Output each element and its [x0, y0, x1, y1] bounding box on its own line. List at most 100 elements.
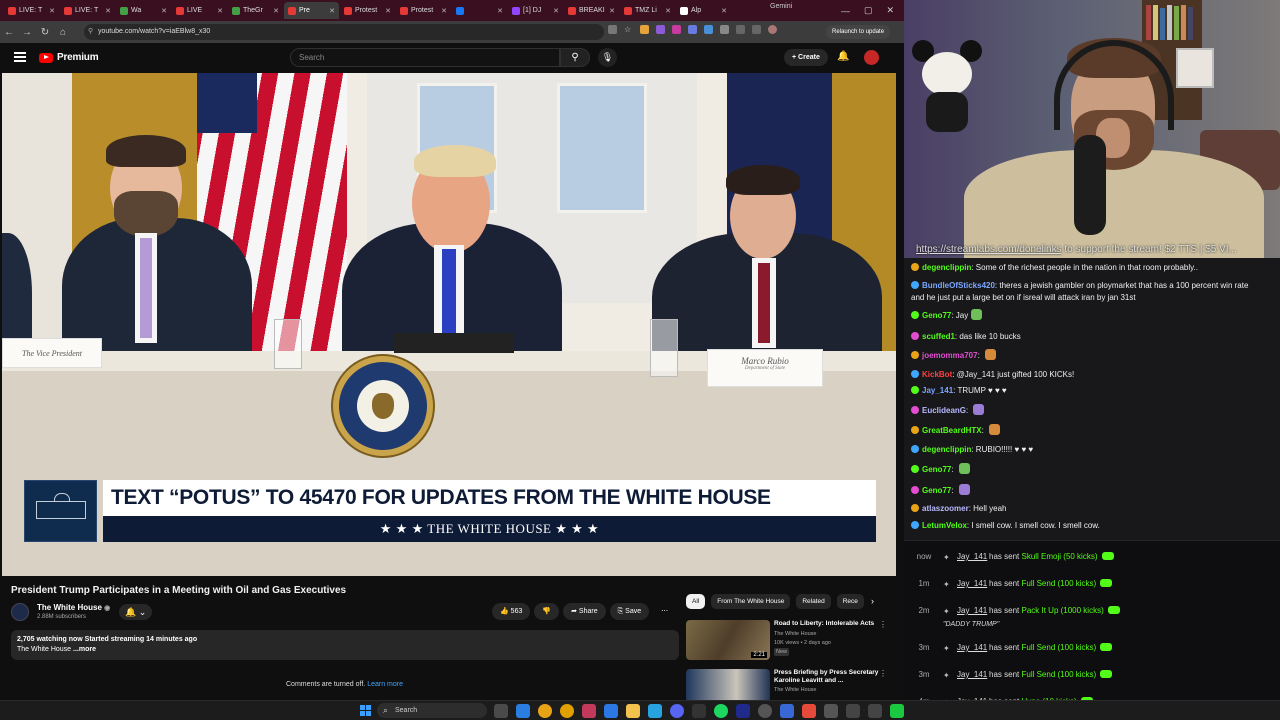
edge-browser-icon[interactable]	[516, 704, 530, 718]
recommendation-thumbnail[interactable]: 2:21	[686, 620, 770, 660]
edge-icon[interactable]	[604, 704, 618, 718]
chat-username[interactable]: Jay_141	[922, 386, 953, 395]
app-icon[interactable]	[824, 704, 838, 718]
recommendation-title[interactable]: Road to Liberty: Intolerable Acts	[774, 620, 884, 628]
event-username[interactable]: Jay_141	[957, 642, 987, 654]
create-button[interactable]: + Create	[784, 49, 828, 66]
save-button[interactable]: ⎘ Save	[609, 603, 650, 620]
app-icon[interactable]	[802, 704, 816, 718]
tab-close-icon[interactable]: ✕	[217, 7, 223, 15]
search-icon[interactable]: ⚲	[560, 48, 590, 67]
chrome-canary-icon[interactable]	[560, 704, 574, 718]
spotify-icon[interactable]	[714, 704, 728, 718]
back-icon[interactable]: ←	[0, 27, 18, 38]
app-icon[interactable]	[780, 704, 794, 718]
event-username[interactable]: Jay_141	[957, 605, 987, 617]
task-view-icon[interactable]	[494, 704, 508, 718]
chat-username[interactable]: joemomma707	[922, 351, 978, 360]
chat-username[interactable]: BundleOfSticks420	[922, 281, 995, 290]
tab-close-icon[interactable]: ✕	[441, 7, 447, 15]
search-input[interactable]: Search	[290, 48, 560, 67]
chevron-right-icon[interactable]: ›	[871, 596, 874, 606]
extension-icon[interactable]	[688, 25, 697, 34]
chat-username[interactable]: KickBot	[922, 370, 952, 379]
tab-close-icon[interactable]: ✕	[665, 7, 671, 15]
browser-tab[interactable]: LIVE: T ✕	[60, 2, 115, 19]
recommendation-item[interactable]: 2:21 Road to Liberty: Intolerable Acts T…	[686, 620, 896, 664]
chat-username[interactable]: atlaszoomer	[922, 504, 969, 513]
chat-username[interactable]: LetumVelox	[922, 521, 967, 530]
chat-username[interactable]: Geno77	[922, 311, 951, 320]
chip-related[interactable]: Related	[796, 594, 831, 609]
maximize-icon[interactable]: ▢	[864, 5, 873, 16]
browser-tab[interactable]: [1] DJ ✕	[508, 2, 563, 19]
side-panel-icon[interactable]	[736, 25, 745, 34]
app-icon[interactable]	[868, 704, 882, 718]
relaunch-button[interactable]: Relaunch to update	[826, 25, 891, 39]
browser-tab[interactable]: Pre ✕	[284, 2, 339, 19]
browser-tab[interactable]: Protest ✕	[340, 2, 395, 19]
event-username[interactable]: Jay_141	[957, 578, 987, 590]
video-description[interactable]: 2,705 watching now Started streaming 14 …	[11, 630, 679, 660]
recommendation-title[interactable]: Press Briefing by Press Secretary Karoli…	[774, 669, 879, 685]
chat-username[interactable]: Geno77	[922, 465, 951, 474]
chat-username[interactable]: degenclippin	[922, 445, 971, 454]
tab-close-icon[interactable]: ✕	[105, 7, 111, 15]
tab-close-icon[interactable]: ✕	[721, 7, 727, 15]
video-player[interactable]: The Vice President Marco Rubio Departmen…	[2, 73, 896, 576]
extension-icon[interactable]	[672, 25, 681, 34]
tab-close-icon[interactable]: ✕	[609, 7, 615, 15]
chat-username[interactable]: Geno77	[922, 486, 951, 495]
profile-icon[interactable]	[768, 25, 777, 34]
streaming-app-icon[interactable]	[582, 704, 596, 718]
browser-tab[interactable]: Wa ✕	[116, 2, 171, 19]
event-username[interactable]: Jay_141	[957, 669, 987, 681]
browser-tab[interactable]: Protest ✕	[396, 2, 451, 19]
youtube-logo[interactable]: Premium	[39, 52, 99, 63]
minimize-icon[interactable]: —	[841, 6, 850, 16]
chip-from-channel[interactable]: From The White House	[711, 594, 791, 609]
channel-avatar[interactable]	[11, 603, 29, 621]
chat-username[interactable]: scuffed1	[922, 332, 955, 341]
channel-name[interactable]: The White House ◉	[37, 603, 110, 612]
app-icon[interactable]	[736, 704, 750, 718]
reload-icon[interactable]: ↻	[36, 27, 54, 38]
app-icon[interactable]	[758, 704, 772, 718]
chat-username[interactable]: GreatBeardHTX	[922, 426, 982, 435]
tab-close-icon[interactable]: ✕	[161, 7, 167, 15]
menu-icon[interactable]	[14, 52, 26, 62]
browser-tab[interactable]: BREAKI ✕	[564, 2, 619, 19]
chat-username[interactable]: degenclippin	[922, 263, 971, 272]
browser-tab[interactable]: LIVE: T ✕	[4, 2, 59, 19]
browser-tab[interactable]: ✕	[452, 2, 507, 19]
download-icon[interactable]	[752, 25, 761, 34]
home-icon[interactable]: ⌂	[54, 27, 72, 38]
gemini-button[interactable]: Gemini	[770, 3, 792, 10]
extension-icon[interactable]	[640, 25, 649, 34]
discord-icon[interactable]	[670, 704, 684, 718]
url-bar[interactable]: ⚲ youtube.com/watch?v=iaEBlw8_x30	[84, 24, 604, 40]
microphone-icon[interactable]: 🎙	[598, 48, 617, 67]
obs-icon[interactable]	[692, 704, 706, 718]
tab-close-icon[interactable]: ✕	[497, 7, 503, 15]
chat-username[interactable]: EuclideanG	[922, 406, 966, 415]
app-icon[interactable]	[846, 704, 860, 718]
more-options-icon[interactable]: ⋮	[879, 620, 887, 629]
file-explorer-icon[interactable]	[626, 704, 640, 718]
tab-close-icon[interactable]: ✕	[385, 7, 391, 15]
puzzle-icon[interactable]	[720, 25, 729, 34]
extension-icon[interactable]	[704, 25, 713, 34]
more-options-icon[interactable]: ⋮	[879, 669, 887, 678]
more-link[interactable]: ...more	[73, 646, 96, 653]
bookmark-star-icon[interactable]: ☆	[624, 25, 633, 34]
more-actions-button[interactable]: ⋯	[653, 603, 676, 620]
telegram-icon[interactable]	[648, 704, 662, 718]
notifications-bell-icon[interactable]: 🔔	[837, 51, 849, 62]
tab-close-icon[interactable]: ✕	[329, 7, 335, 15]
browser-tab[interactable]: TheGr ✕	[228, 2, 283, 19]
dislike-button[interactable]: 👎	[534, 603, 560, 620]
event-username[interactable]: Jay_141	[957, 551, 987, 563]
tab-close-icon[interactable]: ✕	[49, 7, 55, 15]
forward-icon[interactable]: →	[18, 27, 36, 38]
start-menu-icon[interactable]	[360, 705, 371, 716]
